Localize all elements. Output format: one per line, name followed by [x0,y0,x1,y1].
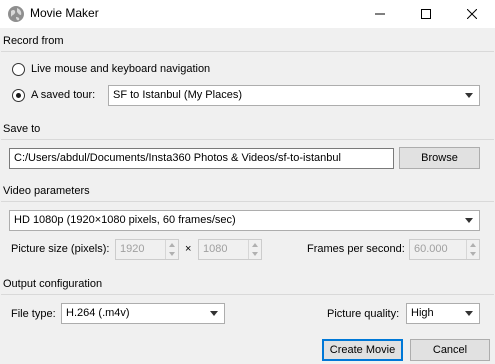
earth-globe-icon [8,6,24,22]
file-type-value: H.264 (.m4v) [66,307,130,319]
video-parameters-heading: Video parameters [3,185,90,197]
chevron-down-icon [465,311,473,316]
video-preset-select[interactable]: HD 1080p (1920×1080 pixels, 60 frames/se… [9,210,480,231]
saved-tour-label[interactable]: A saved tour: [31,89,95,101]
times-sign: × [185,243,192,255]
maximize-button[interactable] [403,0,449,28]
create-movie-button[interactable]: Create Movie [322,339,403,361]
spin-up-icon [252,243,258,247]
saved-tour-value: SF to Istanbul (My Places) [113,89,242,101]
title-bar: Movie Maker [0,0,495,28]
maximize-icon [421,9,431,19]
video-preset-value: HD 1080p (1920×1080 pixels, 60 frames/se… [14,214,236,226]
fps-value: 60.000 [414,243,448,255]
minimize-button[interactable] [357,0,403,28]
divider [1,51,494,52]
record-from-heading: Record from [3,35,64,47]
picture-height-value: 1080 [203,243,228,255]
save-to-heading: Save to [3,123,41,135]
close-button[interactable] [449,0,495,28]
picture-quality-value: High [411,307,434,319]
spinner-buttons [248,240,261,259]
spin-down-icon [169,252,175,256]
chevron-down-icon [465,93,473,98]
spin-up-icon [470,243,476,247]
output-configuration-heading: Output configuration [3,278,103,290]
file-type-select[interactable]: H.264 (.m4v) [61,303,225,324]
divider [1,139,494,140]
divider [1,294,494,295]
file-type-label: File type: [11,308,56,320]
picture-size-label: Picture size (pixels): [11,243,110,255]
saved-tour-select[interactable]: SF to Istanbul (My Places) [108,85,480,106]
chevron-down-icon [210,311,218,316]
saved-tour-radio[interactable] [12,89,25,102]
browse-button[interactable]: Browse [399,147,480,169]
spinner-buttons [165,240,178,259]
cancel-button[interactable]: Cancel [410,339,490,361]
save-path-value: C:/Users/abdul/Documents/Insta360 Photos… [14,152,341,164]
spin-down-icon [252,252,258,256]
live-navigation-radio[interactable] [12,63,25,76]
close-icon [467,9,477,19]
divider [1,201,494,202]
save-path-input[interactable]: C:/Users/abdul/Documents/Insta360 Photos… [9,148,394,169]
spin-down-icon [470,252,476,256]
picture-quality-label: Picture quality: [327,308,400,320]
picture-width-spinner: 1920 [115,239,179,260]
fps-spinner: 60.000 [409,239,480,260]
picture-quality-select[interactable]: High [406,303,480,324]
window-title: Movie Maker [30,6,99,20]
minimize-icon [375,13,385,15]
live-navigation-label[interactable]: Live mouse and keyboard navigation [31,63,210,75]
picture-height-spinner: 1080 [198,239,262,260]
chevron-down-icon [465,218,473,223]
fps-label: Frames per second: [307,243,405,255]
spin-up-icon [169,243,175,247]
spinner-buttons [466,240,479,259]
picture-width-value: 1920 [120,243,145,255]
